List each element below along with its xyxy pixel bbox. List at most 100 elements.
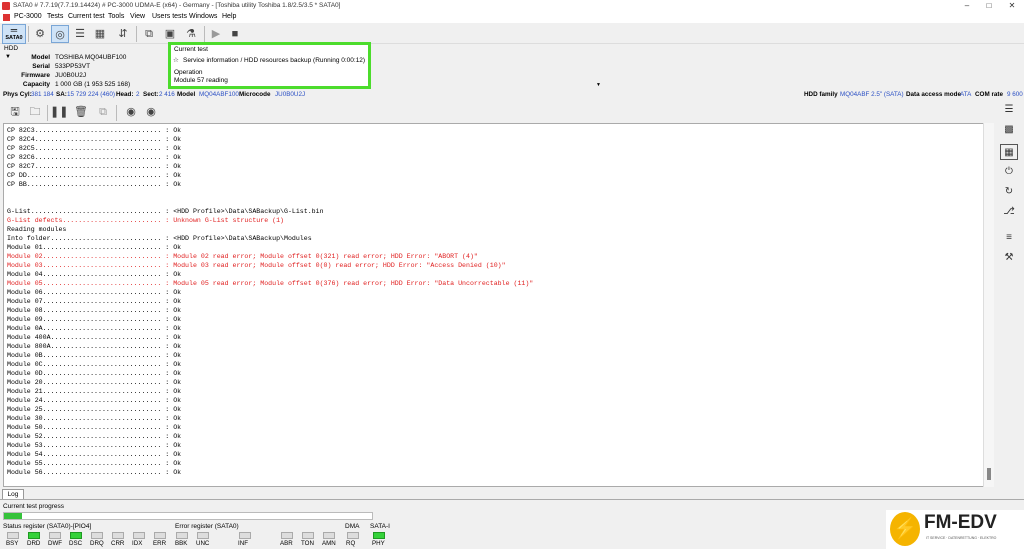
transfer-tool-icon[interactable]: ⇵ [114, 25, 132, 43]
log-line: Module 25.............................. … [7, 406, 182, 413]
log-line: Module 50.............................. … [7, 424, 182, 431]
play-icon[interactable]: ▶ [207, 25, 225, 43]
window-title: SATA0 # 7.7.19(7.7.19.14424) # PC-3000 U… [13, 2, 341, 9]
pause-icon[interactable]: ❚❚ [50, 103, 68, 121]
save-log-icon[interactable]: 🖫 [6, 103, 24, 121]
register-led-dwf [49, 532, 61, 539]
log-line: Reading modules [7, 226, 67, 233]
head-value: 2 [136, 91, 140, 98]
serial-label: Serial [32, 63, 50, 70]
hdd-tool-icon[interactable]: ⚙ [31, 25, 49, 43]
firmware-label: Firmware [21, 72, 50, 79]
menu-view[interactable]: View [130, 13, 145, 20]
sidebar-tools-icon[interactable]: ⚒ [1000, 250, 1018, 266]
copy-log-icon[interactable]: ⧉ [94, 103, 112, 121]
find-next-icon[interactable]: ◉ [142, 103, 160, 121]
log-output[interactable]: CP 82C3................................ … [3, 123, 994, 487]
menu-windows[interactable]: Windows [189, 13, 217, 20]
operation-header: Operation [174, 69, 203, 76]
hdd-section-label: HDD [4, 45, 19, 52]
current-test-progress-bar [3, 512, 373, 520]
register-label-inf: INF [238, 540, 248, 547]
log-line: Module 07.............................. … [7, 298, 182, 305]
register-led-inf [239, 532, 251, 539]
log-line: Module 03.............................. … [7, 262, 506, 269]
register-led-rq [347, 532, 359, 539]
log-line: CP 82C5................................ … [7, 145, 182, 152]
log-line: CP 82C7................................ … [7, 163, 182, 170]
menu-tools[interactable]: Tools [108, 13, 124, 20]
log-line: Into folder............................ … [7, 235, 312, 242]
log-line: CP 82C4................................ … [7, 136, 182, 143]
menu-tests[interactable]: Tests [47, 13, 63, 20]
sidebar-chip-icon[interactable]: ▦ [1000, 144, 1018, 160]
sidebar-list-icon[interactable]: ☰ [1000, 102, 1018, 118]
log-line: Module 01.............................. … [7, 244, 182, 251]
menu-pc3000[interactable]: PC-3000 [14, 13, 42, 20]
current-test-header: Current test [174, 46, 208, 53]
menu-help[interactable]: Help [222, 13, 236, 20]
progress-label: Current test progress [3, 503, 65, 510]
capacity-value: 1 000 GB (1 953 525 168) [55, 81, 131, 88]
lightning-bolt-icon: ⚡ [890, 512, 920, 546]
drive-image-icon[interactable]: ▣ [161, 25, 179, 43]
firmware-value: JU0B0U2J [55, 72, 87, 79]
log-line: Module 09.............................. … [7, 316, 182, 323]
sidebar-plug-icon[interactable]: ⎇ [1000, 204, 1018, 220]
copy-windows-icon[interactable]: ⧉ [140, 25, 158, 43]
log-line: Module 05.............................. … [7, 280, 534, 287]
sidebar-power-icon[interactable]: ⏻ [1000, 164, 1018, 180]
log-line: Module 56.............................. … [7, 469, 182, 476]
register-label-dsc: DSC [69, 540, 83, 547]
register-led-idx [133, 532, 145, 539]
log-line: Module 800A............................ … [7, 343, 182, 350]
register-led-ton [302, 532, 314, 539]
data-access-mode-label: Data access mode [906, 91, 961, 98]
logo-tagline: IT SERVICE · DATENRETTUNG · ELEKTRO [926, 536, 997, 540]
register-label-drq: DRQ [90, 540, 104, 547]
drive-tool-icon[interactable]: ⚗ [182, 25, 200, 43]
sidebar-drive-icon[interactable]: ▩ [1000, 122, 1018, 138]
sata0-port-button[interactable]: ═ SATA0 [2, 24, 26, 44]
hdd-family-label: HDD family [804, 91, 838, 98]
register-led-bbk [176, 532, 188, 539]
current-test-panel: Current test ☆ Service information / HDD… [168, 42, 371, 89]
pc3000-icon [3, 14, 10, 21]
open-log-icon[interactable]: 🗀 [26, 103, 44, 121]
log-line: Module 08.............................. … [7, 307, 182, 314]
log-line: Module 54.............................. … [7, 451, 182, 458]
log-line: CP DD.................................. … [7, 172, 182, 179]
sidebar-adjust-icon[interactable]: ≡ [1000, 230, 1018, 246]
log-line: CP 82C3................................ … [7, 127, 182, 134]
minimize-button[interactable]: – [956, 0, 978, 12]
register-label-crr: CRR [111, 540, 125, 547]
test-tool-icon[interactable]: ◎ [51, 25, 69, 43]
register-led-bsy [7, 532, 19, 539]
tables-tool-icon[interactable]: ▦ [91, 25, 109, 43]
model-value: TOSHIBA MQ04UBF100 [55, 54, 127, 61]
panel-expand-arrow-icon[interactable]: ▼ [596, 82, 601, 88]
sidebar-reset-icon[interactable]: ↻ [1000, 184, 1018, 200]
register-led-phy [373, 532, 385, 539]
stop-icon[interactable]: ■ [226, 25, 244, 43]
close-button[interactable]: ✕ [1001, 0, 1023, 12]
data-access-mode-value: ATA [960, 91, 972, 98]
register-led-drd [28, 532, 40, 539]
clear-log-icon[interactable]: 🗑 [72, 103, 90, 121]
log-scrollbar[interactable] [983, 123, 994, 487]
maximize-button[interactable]: □ [978, 0, 1000, 12]
scroll-thumb[interactable] [987, 468, 991, 480]
menu-users-tests[interactable]: Users tests [152, 13, 187, 20]
sa-label: SA: [56, 91, 67, 98]
log-toolbar: 🖫 🗀 ❚❚ 🗑 ⧉ ◉ ◉ [0, 103, 170, 123]
log-tool-icon[interactable]: ☰ [71, 25, 89, 43]
register-label-bbk: BBK [175, 540, 188, 547]
drive-status-bar: Phys Cyl: 381 184 SA: 15 729 224 (460) H… [0, 91, 1024, 100]
register-led-crr [112, 532, 124, 539]
log-line: Module 06.............................. … [7, 289, 182, 296]
menu-current-test[interactable]: Current test [68, 13, 105, 20]
register-label-idx: IDX [132, 540, 143, 547]
find-icon[interactable]: ◉ [122, 103, 140, 121]
hdd-info-panel: HDD ▼ Model TOSHIBA MQ04UBF100 Serial 53… [0, 44, 168, 90]
log-line: Module 02.............................. … [7, 253, 478, 260]
